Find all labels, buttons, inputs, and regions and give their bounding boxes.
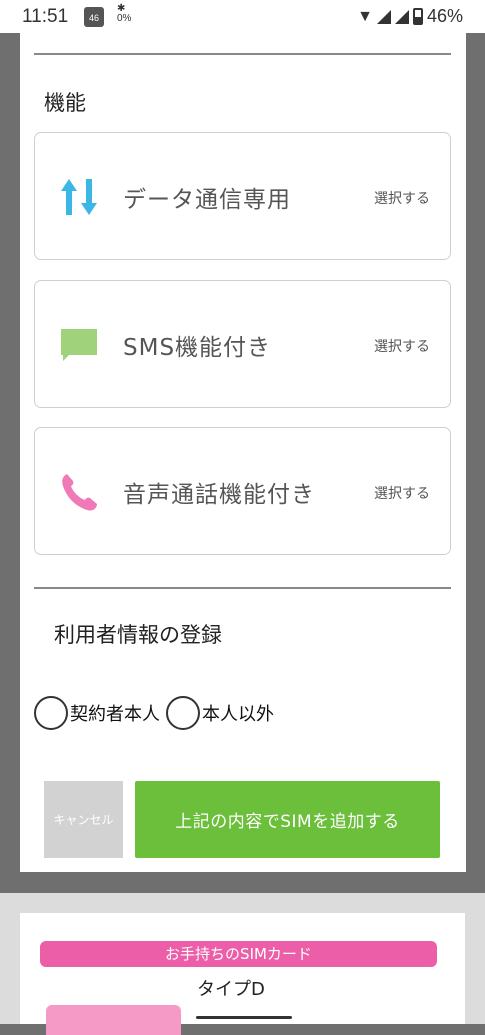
system-indicators: ▼ 46% [357,6,463,27]
radio-label-other-person: 本人以外 [202,704,274,725]
battery-icon [412,8,423,25]
select-link[interactable]: 選択する [374,483,430,503]
cancel-button[interactable]: キャンセル [44,781,123,858]
option-card-data-only[interactable]: データ通信専用 選択する [34,132,451,260]
radio-label-contract-holder: 契約者本人 [70,704,160,725]
divider [34,53,451,55]
option-card-voice[interactable]: 音声通話機能付き 選択する [34,427,451,555]
radio-contract-holder[interactable] [34,696,68,730]
option-label: SMS機能付き [123,335,272,361]
select-link[interactable]: 選択する [374,336,430,356]
radio-other-person[interactable] [166,696,200,730]
battery-percent: 46% [426,6,463,26]
sim-type-label: タイプD [197,979,265,1000]
phone-icon [62,474,97,511]
status-bar: 11:51 46 ✱ 0% ▼ 46% [0,0,485,33]
option-label: 音声通話機能付き [123,482,315,508]
divider [34,587,451,589]
app-notification-icon: 46 [84,7,104,27]
signal-icon [376,9,391,24]
functions-title: 機能 [44,91,86,115]
sim-card-icon [46,1005,181,1035]
sim-card-panel: お手持ちのSIMカード タイプD [20,913,465,1035]
up-down-arrows-icon [61,179,97,215]
background-page: お手持ちのSIMカード タイプD [0,893,485,1035]
user-radio-group: 契約者本人 本人以外 [34,696,274,730]
chat-bubble-icon [61,329,97,361]
add-sim-button[interactable]: 上記の内容でSIMを追加する [135,781,440,858]
clock: 11:51 [22,6,69,27]
add-sim-modal: 機能 データ通信専用 選択する SMS機能付き 選択する 音声通話機能付き 選択… [20,33,466,872]
signal-icon-2 [394,9,409,24]
wifi-icon: ▼ [357,7,373,25]
select-link[interactable]: 選択する [374,188,430,208]
home-indicator[interactable] [196,1016,292,1019]
data-usage-indicator: ✱ 0% [117,3,132,24]
user-info-title: 利用者情報の登録 [54,623,222,647]
data-rate: 0% [117,13,132,24]
option-label: データ通信専用 [123,187,291,213]
owned-sim-banner: お手持ちのSIMカード [40,941,437,967]
option-card-sms[interactable]: SMS機能付き 選択する [34,280,451,408]
